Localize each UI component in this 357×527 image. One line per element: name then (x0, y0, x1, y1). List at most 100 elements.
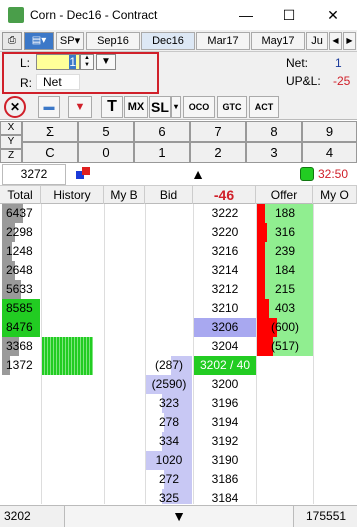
bid-cell[interactable]: (287) (146, 356, 192, 375)
my-b-cell[interactable] (105, 432, 145, 451)
bid-cell[interactable] (146, 337, 192, 356)
sp-dropdown[interactable]: SP▾ (56, 32, 84, 50)
header-price[interactable]: -46 (193, 186, 256, 204)
my-o-cell[interactable] (314, 280, 357, 299)
offer-cell[interactable] (257, 375, 313, 394)
cancel-buy-icon[interactable]: ▬ (38, 96, 60, 118)
header-bid[interactable]: Bid (145, 186, 193, 204)
offer-cell[interactable]: 188 (257, 204, 313, 223)
tab-ju[interactable]: Ju (306, 32, 328, 50)
price-cell[interactable]: 3222 (194, 204, 256, 223)
header-my-b[interactable]: My B (104, 186, 145, 204)
price-cell[interactable]: 3214 (194, 261, 256, 280)
price-cell[interactable]: 3184 (194, 489, 256, 504)
my-o-cell[interactable] (314, 318, 357, 337)
bid-cell[interactable]: 278 (146, 413, 192, 432)
print-icon[interactable]: ⎙ (2, 32, 22, 50)
offer-cell[interactable] (257, 489, 313, 504)
bid-cell[interactable] (146, 223, 192, 242)
price-cell[interactable]: 3202 / 40 (194, 356, 256, 375)
qty-button-1[interactable]: 1 (134, 142, 190, 163)
qty-button-3[interactable]: 3 (246, 142, 302, 163)
bid-cell[interactable] (146, 261, 192, 280)
bid-cell[interactable]: 334 (146, 432, 192, 451)
price-cell[interactable]: 3192 (194, 432, 256, 451)
bid-cell[interactable] (146, 242, 192, 261)
tab-sep16[interactable]: Sep16 (86, 32, 140, 50)
my-o-cell[interactable] (314, 299, 357, 318)
sl-button[interactable]: SL (149, 96, 171, 118)
offer-cell[interactable] (257, 451, 313, 470)
cancel-all-icon[interactable]: ✕ (4, 96, 26, 118)
act-button[interactable]: ACT (249, 96, 279, 118)
sigma-button[interactable]: Σ (22, 121, 78, 142)
my-b-cell[interactable] (105, 470, 145, 489)
offer-cell[interactable]: (600) (257, 318, 313, 337)
my-o-cell[interactable] (314, 470, 357, 489)
sl-dropdown[interactable]: ▾ (171, 96, 181, 118)
offer-cell[interactable] (257, 413, 313, 432)
my-o-cell[interactable] (314, 223, 357, 242)
offer-cell[interactable]: 215 (257, 280, 313, 299)
my-b-cell[interactable] (105, 451, 145, 470)
my-b-cell[interactable] (105, 261, 145, 280)
scroll-up-button[interactable]: ▲ (96, 164, 300, 185)
my-b-cell[interactable] (105, 318, 145, 337)
tab-dec16[interactable]: Dec16 (141, 32, 195, 50)
price-cell[interactable]: 3196 (194, 394, 256, 413)
tab-mar17[interactable]: Mar17 (196, 32, 250, 50)
nav-left-button[interactable]: ◀ (329, 32, 342, 50)
offer-cell[interactable]: 403 (257, 299, 313, 318)
qty-button-4[interactable]: 4 (302, 142, 357, 163)
my-b-cell[interactable] (105, 413, 145, 432)
header-total[interactable]: Total (0, 186, 41, 204)
price-cell[interactable]: 3200 (194, 375, 256, 394)
minimize-button[interactable]: — (224, 0, 268, 30)
bid-cell[interactable] (146, 299, 192, 318)
offer-cell[interactable] (257, 394, 313, 413)
my-o-cell[interactable] (314, 432, 357, 451)
price-cell[interactable]: 3220 (194, 223, 256, 242)
bid-cell[interactable]: (2590) (146, 375, 192, 394)
cancel-sell-icon[interactable]: ▼ (68, 96, 92, 118)
my-b-cell[interactable] (105, 299, 145, 318)
price-cell[interactable]: 3186 (194, 470, 256, 489)
my-o-cell[interactable] (314, 337, 357, 356)
my-o-cell[interactable] (314, 489, 357, 504)
scroll-down-button[interactable]: ▼ (64, 506, 294, 527)
offer-cell[interactable] (257, 432, 313, 451)
t-button[interactable]: T (101, 96, 123, 118)
bid-cell[interactable] (146, 318, 192, 337)
my-b-cell[interactable] (105, 280, 145, 299)
header-history[interactable]: History (41, 186, 104, 204)
offer-cell[interactable] (257, 356, 313, 375)
oco-button[interactable]: OCO (183, 96, 215, 118)
layout-icon[interactable]: ▤▾ (24, 32, 54, 50)
bid-cell[interactable]: 1020 (146, 451, 192, 470)
my-o-cell[interactable] (314, 356, 357, 375)
my-o-cell[interactable] (314, 451, 357, 470)
qty-button-6[interactable]: 6 (134, 121, 190, 142)
offer-cell[interactable]: 184 (257, 261, 313, 280)
header-offer[interactable]: Offer (256, 186, 313, 204)
bid-cell[interactable]: 272 (146, 470, 192, 489)
my-b-cell[interactable] (105, 337, 145, 356)
offer-cell[interactable]: (517) (257, 337, 313, 356)
my-b-cell[interactable] (105, 356, 145, 375)
bid-cell[interactable] (146, 204, 192, 223)
my-b-cell[interactable] (105, 223, 145, 242)
qty-button-7[interactable]: 7 (190, 121, 246, 142)
price-cell[interactable]: 3212 (194, 280, 256, 299)
offer-cell[interactable]: 239 (257, 242, 313, 261)
gtc-button[interactable]: GTC (217, 96, 247, 118)
mx-button[interactable]: MX (124, 96, 148, 118)
c-button[interactable]: C (22, 142, 78, 163)
maximize-button[interactable]: ☐ (267, 0, 311, 30)
price-cell[interactable]: 3190 (194, 451, 256, 470)
qty-button-9[interactable]: 9 (302, 121, 357, 142)
my-o-cell[interactable] (314, 204, 357, 223)
bid-cell[interactable] (146, 280, 192, 299)
close-button[interactable]: ✕ (311, 0, 355, 30)
qty-button-0[interactable]: 0 (78, 142, 134, 163)
qty-button-2[interactable]: 2 (190, 142, 246, 163)
